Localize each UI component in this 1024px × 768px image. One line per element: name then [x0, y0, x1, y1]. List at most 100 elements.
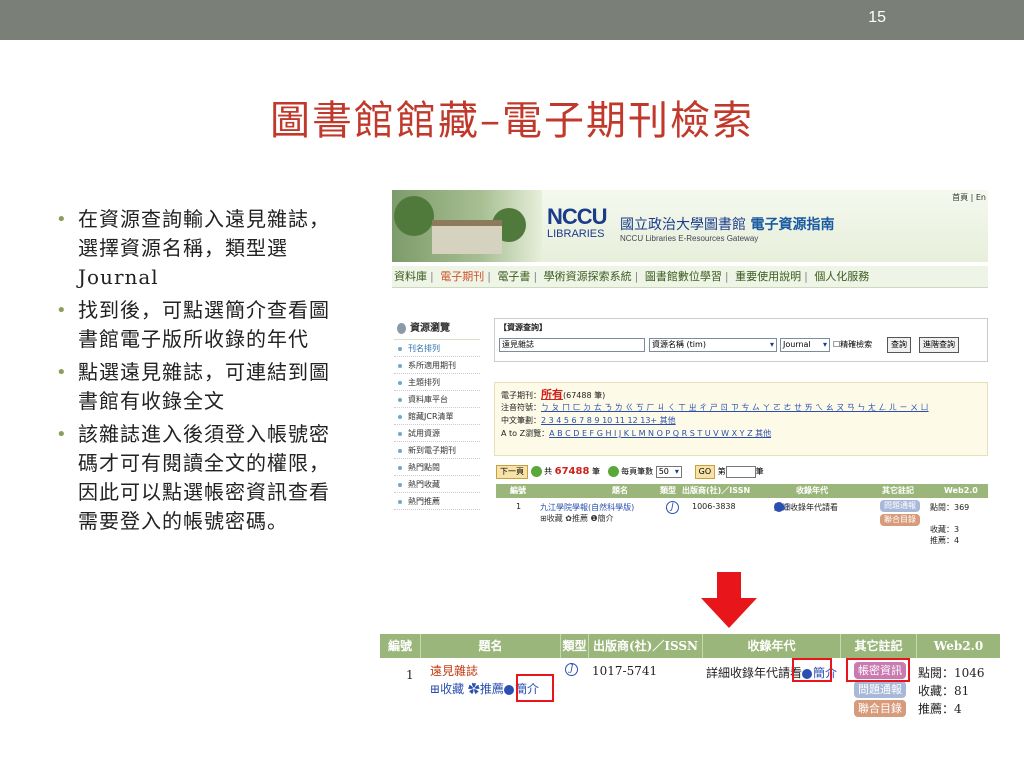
nav-elearning[interactable]: 圖書館數位學習 [645, 270, 722, 283]
main-nav: 資料庫 | 電子期刊 | 電子書 | 學術資源探索系統 | 圖書館數位學習 | 重要使用說… [392, 266, 988, 288]
sidebar-item-dept-journals[interactable]: 系所適用期刊 [394, 357, 480, 374]
ejournal-label: 電子期刊： [501, 391, 541, 400]
site-title: 國立政治大學圖書館 電子資源指南 [620, 214, 834, 234]
browse-sidebar: 資源瀏覽 刊名排列 系所適用期刊 主題排列 資料庫平台 館藏JCR清單 試用資源… [394, 318, 480, 572]
info-icon [503, 684, 514, 695]
web-clicks: 點閱：369 [930, 503, 970, 512]
bullet-item: 該雜誌進入後須登入帳號密碼才可有閱讀全文的權限，因此可以點選帳密資訊查看需要登入… [52, 420, 342, 536]
journal-type-icon: J [666, 501, 679, 514]
report-problem-tag[interactable]: 問題通報 [880, 500, 920, 512]
nav-discovery[interactable]: 學術資源探索系統 [544, 270, 632, 283]
search-field-select[interactable]: 資源名稱 (tim) [649, 338, 777, 352]
nav-ejournals[interactable]: 電子期刊 [440, 270, 484, 283]
row-number: 1 [406, 668, 414, 682]
union-catalog-tag[interactable]: 聯合目錄 [880, 514, 920, 526]
bullet-item: 找到後，可點選簡介查看圖書館電子版所收錄的年代 [52, 296, 342, 354]
sidebar-item-new[interactable]: 新到電子期刊 [394, 442, 480, 459]
sidebar-item-jcr[interactable]: 館藏JCR清單 [394, 408, 480, 425]
stroke-links[interactable]: 2 3 4 5 6 7 8 9 10 11 12 13+ 其他 [541, 416, 676, 425]
house-shape [432, 220, 502, 254]
report-problem-tag[interactable]: 問題通報 [854, 681, 906, 698]
go-button[interactable]: GO [694, 465, 716, 479]
site-title-bold: 電子資源指南 [750, 217, 835, 233]
results-table-header: 編號 題名 類型 出版商(社)／ISSN 收錄年代 其它註記 Web2.0 [496, 484, 988, 498]
logo-subtext: LIBRARIES [547, 228, 605, 240]
page-prefix: 第 [717, 467, 726, 476]
page-input[interactable] [725, 465, 756, 478]
nav-databases[interactable]: 資料庫 [394, 270, 427, 283]
highlight-box [846, 658, 910, 682]
site-title-plain: 國立政治大學圖書館 [620, 217, 746, 233]
nav-ebooks[interactable]: 電子書 [497, 270, 530, 283]
per-page-select[interactable]: 50 [655, 465, 682, 478]
sidebar-item-platform[interactable]: 資料庫平台 [394, 391, 480, 408]
zhuyin-label: 注音符號： [501, 403, 541, 412]
search-button[interactable]: 查詢 [887, 337, 911, 353]
total-count: 67488 [554, 466, 590, 477]
journal-title-link[interactable]: 九江學院學報(自然科學版) [540, 502, 634, 513]
col-coverage: 收錄年代 [796, 486, 828, 495]
nccu-logo[interactable]: NCCU LIBRARIES [547, 204, 613, 250]
favorite-label: 收藏 [440, 682, 465, 696]
union-catalog-tag[interactable]: 聯合目錄 [854, 700, 906, 717]
resource-search-panel: 【資源查詢】 遠見雜誌 資源名稱 (tim) Journal ☐精確檢索 查詢 … [494, 318, 988, 362]
journal-title-link[interactable]: 遠見雜誌 [430, 662, 478, 679]
sidebar-item-trial[interactable]: 試用資源 [394, 425, 480, 442]
tree-shape [394, 196, 434, 236]
col-web2: Web2.0 [944, 486, 978, 495]
advanced-search-button[interactable]: 進階查詢 [919, 337, 959, 353]
row-number: 1 [516, 502, 522, 511]
bullet-item: 在資源查詢輸入遠見雜誌，選擇資源名稱，類型選Journal [52, 205, 342, 292]
col-number: 編號 [510, 486, 526, 495]
site-banner: NCCU LIBRARIES 國立政治大學圖書館 電子資源指南 NCCU Lib… [392, 190, 988, 262]
pager-bar: 下一頁 共 67488 筆 每頁筆數 50 GO 第 筆 [496, 464, 988, 480]
zoomed-result-screenshot: 編號 題名 類型 出版商(社)／ISSN 收錄年代 其它註記 Web2.0 1 … [380, 634, 1000, 740]
per-page-label: 每頁筆數 [621, 467, 654, 476]
resource-type-select[interactable]: Journal [780, 338, 830, 352]
az-label: A to Z瀏覽： [501, 429, 550, 438]
highlight-box [516, 674, 554, 702]
zhuyin-links[interactable]: ㄅ ㄆ ㄇ ㄈ ㄉ ㄊ ㄋ ㄌ ㄍ ㄎ ㄏ ㄐ ㄑ ㄒ ㄓ ㄔ ㄕ ㄖ ㄗ ㄘ … [541, 403, 929, 412]
highlight-box [792, 658, 832, 682]
nav-sep: | [487, 270, 491, 283]
sidebar-item-popular-favs[interactable]: 熱門收藏 [394, 476, 480, 493]
table-row: 1 遠見雜誌 ⊞收藏 ✿推薦 簡介 J 1017-5741 詳細收錄年代請看 簡介 … [380, 658, 1000, 740]
favorite-button[interactable]: ⊞收藏 [430, 682, 464, 696]
col-type: 類型 [660, 486, 676, 495]
recommend-button[interactable]: ✿推薦 [468, 682, 504, 696]
web-favorites: 收藏：3 [930, 525, 960, 534]
total-prefix: 共 [544, 467, 553, 476]
sidebar-heading: 資源瀏覽 [394, 318, 480, 340]
building-photo [392, 190, 542, 262]
exact-search-checkbox[interactable]: ☐精確檢索 [833, 339, 872, 350]
zhuyin-row: 注音符號：ㄅ ㄆ ㄇ ㄈ ㄉ ㄊ ㄋ ㄌ ㄍ ㄎ ㄏ ㄐ ㄑ ㄒ ㄓ ㄔ ㄕ ㄖ… [501, 401, 981, 414]
issn: 1017-5741 [592, 664, 658, 678]
table-row: 1 九江學院學報(自然科學版) ⊞收藏 ✿推薦 ❶簡介 J 1006-3838 … [496, 500, 988, 572]
all-link[interactable]: 所有 [541, 388, 563, 401]
exact-search-label: 精確檢索 [840, 340, 873, 349]
sidebar-item-title-list[interactable]: 刊名排列 [394, 340, 480, 357]
search-input[interactable]: 遠見雜誌 [499, 338, 645, 352]
sidebar-item-subject[interactable]: 主題排列 [394, 374, 480, 391]
nav-sep: | [533, 270, 538, 283]
next-page-button[interactable]: 下一頁 [496, 465, 528, 479]
ejournal-all-row: 電子期刊：所有(67488 筆) [501, 388, 981, 401]
sidebar-item-popular-clicks[interactable]: 熱門點閱 [394, 459, 480, 476]
nav-sep: | [430, 270, 434, 283]
stroke-label: 中文筆劃： [501, 416, 541, 425]
az-links[interactable]: A B C D E F G H I J K L M N O P Q R S T … [549, 429, 771, 438]
home-link[interactable]: 首頁 | En [952, 192, 986, 203]
sidebar-item-popular-recs[interactable]: 熱門推薦 [394, 493, 480, 510]
ejournal-count: (67488 筆) [563, 391, 606, 400]
row-actions[interactable]: ⊞收藏 ✿推薦 ❶簡介 [540, 513, 614, 524]
nav-instructions[interactable]: 重要使用說明 [735, 270, 801, 283]
nav-personal[interactable]: 個人化服務 [814, 270, 869, 283]
col-type: 類型 [560, 634, 588, 658]
col-notes: 其它註記 [882, 486, 914, 495]
col-publisher: 出版商(社)／ISSN [588, 634, 702, 658]
coverage-label: 詳細收錄年代請看 [706, 666, 803, 680]
library-site-screenshot: NCCU LIBRARIES 國立政治大學圖書館 電子資源指南 NCCU Lib… [392, 190, 988, 572]
down-arrow-icon [701, 572, 757, 628]
coverage-intro-link[interactable]: 簡介 [774, 502, 790, 513]
web-favorites: 收藏：81 [918, 684, 970, 698]
